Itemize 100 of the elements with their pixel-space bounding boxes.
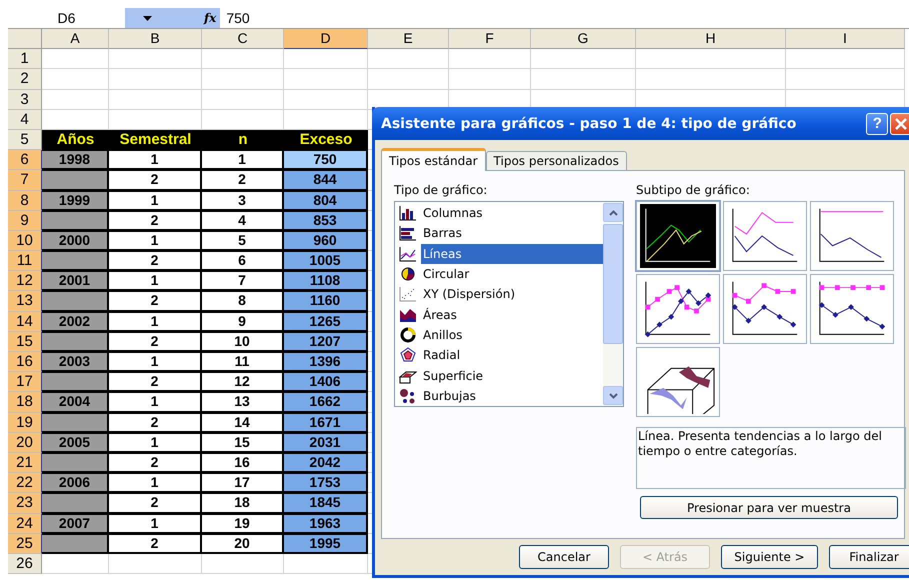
- row-header[interactable]: 10: [8, 230, 42, 252]
- scrollbar[interactable]: [603, 202, 623, 406]
- bar-chart-icon: [399, 225, 417, 242]
- table-cell: 20: [202, 534, 284, 554]
- chart-subtype-option[interactable]: [636, 274, 720, 344]
- dialog-title: Asistente para gráficos - paso 1 de 4: tipo de gráfico: [381, 116, 796, 132]
- chart-subtype-option[interactable]: [636, 347, 720, 417]
- table-cell: 1: [202, 150, 284, 170]
- list-item[interactable]: Líneas: [421, 244, 603, 264]
- row-header[interactable]: 9: [8, 210, 42, 231]
- column-header[interactable]: A: [42, 29, 109, 50]
- table-cell: [42, 291, 109, 312]
- dialog-button[interactable]: Cancelar: [519, 545, 609, 569]
- table-cell: 4: [202, 210, 284, 231]
- row-header[interactable]: 1: [8, 49, 42, 70]
- list-item[interactable]: Burbujas: [421, 386, 603, 406]
- row-header[interactable]: 22: [8, 473, 42, 494]
- row-header[interactable]: 8: [8, 190, 42, 211]
- table-cell: 1005: [284, 251, 368, 272]
- table-cell: [42, 69, 109, 90]
- chart-subtype-option[interactable]: [723, 274, 807, 344]
- row-header[interactable]: 19: [8, 412, 42, 433]
- table-cell: 15: [202, 432, 284, 453]
- line-chart-icon: [399, 246, 417, 262]
- list-item[interactable]: Barras: [421, 223, 603, 244]
- line-chart-icon: [640, 204, 716, 268]
- chart-subtype-option[interactable]: [810, 274, 894, 344]
- row-header[interactable]: 12: [8, 271, 42, 292]
- row-header[interactable]: 23: [8, 493, 42, 514]
- column-chart-icon: [399, 205, 417, 222]
- list-item[interactable]: Áreas: [421, 304, 603, 325]
- table-cell: 2003: [42, 352, 109, 372]
- table-cell: 1: [109, 473, 202, 494]
- row-header[interactable]: 7: [8, 170, 42, 190]
- table-cell: 3: [202, 190, 284, 211]
- scatter-chart-icon: [399, 286, 417, 302]
- tab[interactable]: Tipos estándar: [381, 148, 486, 171]
- row-header[interactable]: 4: [8, 110, 42, 130]
- table-cell: 1: [109, 190, 202, 211]
- close-button[interactable]: [890, 112, 909, 134]
- table-cell: [42, 251, 109, 272]
- table-cell: 2: [202, 170, 284, 190]
- table-cell: 1396: [284, 352, 368, 372]
- row-header[interactable]: 20: [8, 432, 42, 453]
- list-item[interactable]: Superficie: [421, 366, 603, 386]
- row-header[interactable]: 3: [8, 90, 42, 110]
- column-header[interactable]: H: [636, 29, 786, 50]
- chart-subtype-option[interactable]: [723, 201, 807, 271]
- table-cell: 2002: [42, 312, 109, 332]
- column-header[interactable]: B: [109, 29, 202, 50]
- list-item[interactable]: Anillos: [421, 324, 603, 345]
- row-header[interactable]: 2: [8, 69, 42, 90]
- row-header[interactable]: 16: [8, 352, 42, 372]
- preview-button[interactable]: Presionar para ver muestra: [640, 496, 898, 519]
- table-cell: 5: [202, 230, 284, 252]
- table-cell: 1160: [284, 291, 368, 312]
- dialog-button[interactable]: Finalizar: [829, 545, 909, 569]
- row-header[interactable]: 5: [8, 130, 42, 150]
- table-cell: 2: [109, 534, 202, 554]
- table-cell: 2007: [42, 514, 109, 534]
- table-cell: [42, 493, 109, 514]
- list-item[interactable]: Radial: [421, 345, 603, 366]
- row-header[interactable]: 18: [8, 392, 42, 413]
- row-header[interactable]: 14: [8, 312, 42, 332]
- column-heading: Semestral: [109, 130, 202, 150]
- column-header[interactable]: I: [786, 29, 905, 50]
- table-cell: 1: [109, 514, 202, 534]
- table-cell: 1671: [284, 412, 368, 433]
- chart-subtype-option[interactable]: [810, 201, 894, 271]
- column-heading: Años: [42, 130, 109, 150]
- function-label[interactable]: fx: [200, 8, 220, 28]
- row-header[interactable]: 15: [8, 332, 42, 352]
- row-header[interactable]: 13: [8, 291, 42, 312]
- column-header[interactable]: E: [368, 29, 449, 50]
- table-cell: 804: [284, 190, 368, 211]
- row-header[interactable]: 6: [8, 150, 42, 170]
- column-header[interactable]: G: [531, 29, 636, 50]
- table-cell: 2: [109, 332, 202, 352]
- list-item[interactable]: XY (Dispersión): [421, 284, 603, 304]
- table-cell: 10: [202, 332, 284, 352]
- pie-chart-icon: [399, 266, 417, 282]
- table-cell: 19: [202, 514, 284, 534]
- chart-subtype-option[interactable]: [636, 201, 720, 271]
- row-header[interactable]: 26: [8, 554, 42, 574]
- column-header[interactable]: C: [202, 29, 284, 50]
- column-header[interactable]: F: [449, 29, 531, 50]
- table-cell: 853: [284, 210, 368, 231]
- list-item[interactable]: Columnas: [421, 203, 603, 224]
- column-header[interactable]: D: [284, 29, 368, 50]
- row-header[interactable]: 17: [8, 372, 42, 392]
- tab[interactable]: Tipos personalizados: [486, 151, 627, 171]
- list-item[interactable]: Circular: [421, 264, 603, 284]
- row-header[interactable]: 24: [8, 514, 42, 534]
- table-cell: 1406: [284, 372, 368, 392]
- row-header[interactable]: 25: [8, 534, 42, 554]
- row-header[interactable]: 11: [8, 251, 42, 272]
- dialog-button[interactable]: Siguiente >: [721, 545, 818, 569]
- table-cell: [42, 452, 109, 474]
- table-cell: 8: [202, 291, 284, 312]
- row-header[interactable]: 21: [8, 452, 42, 474]
